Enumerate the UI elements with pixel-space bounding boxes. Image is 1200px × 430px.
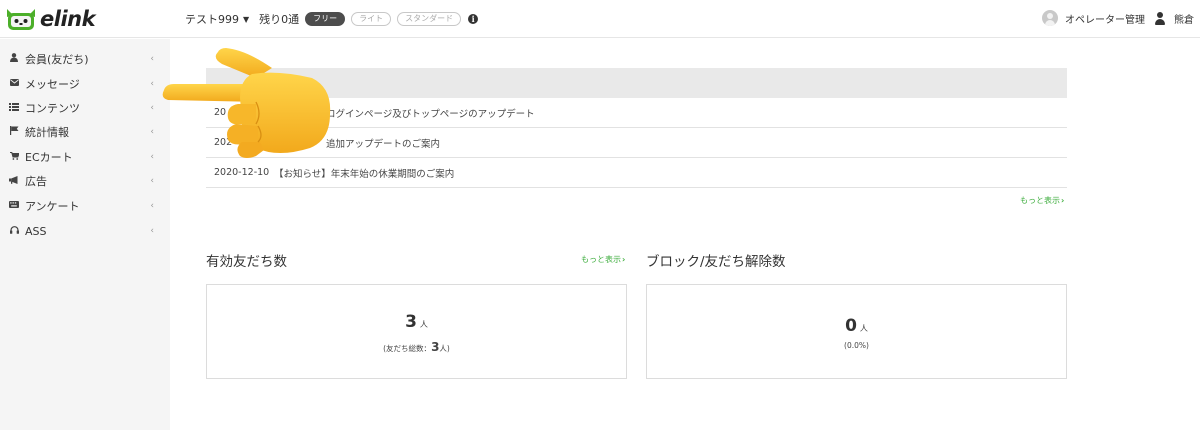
plan-badge-light: ライト [351,12,392,26]
news-title[interactable]: 【お知らせ】年末年始の休業期間のご案内 [274,166,454,180]
sidebar-item-survey[interactable]: アンケート ‹ [0,194,170,218]
account-switcher[interactable]: テスト999 ▼ 残り0通 フリー ライト スタンダード i [185,11,479,27]
sidebar: 会員(友だち) ‹ メッセージ ‹ コンテンツ ‹ 統計情報 ‹ ECカート ‹… [0,39,170,430]
chevron-left-icon: ‹ [150,201,154,211]
friends-count-unit: 人 [419,320,428,329]
user-name[interactable]: 熊倉 [1174,11,1194,26]
logo-text: elink [40,7,96,31]
sidebar-item-ads[interactable]: 広告 ‹ [0,169,170,193]
top-header: elink テスト999 ▼ 残り0通 フリー ライト スタンダード i オペレ… [0,0,1200,38]
megaphone-icon [9,175,19,187]
sidebar-item-label: 会員(友だち) [25,53,89,66]
info-icon[interactable]: i [468,14,479,24]
sidebar-item-label: ASS [25,224,47,238]
news-row[interactable]: 202 追加アップデートのご案内 [206,128,1067,158]
news-more-link[interactable]: もっと表示› [1020,195,1064,206]
operator-avatar-icon[interactable] [1042,10,1058,26]
chevron-left-icon: ‹ [150,127,154,137]
pointing-hand-icon [162,48,331,158]
headset-icon [9,225,19,237]
chevron-right-icon: › [622,255,626,264]
chevron-left-icon: ‹ [150,152,154,162]
friends-total-label: (友だち総数： [383,344,432,353]
plan-badge-standard: スタンダード [397,12,462,26]
remaining-messages: 残り0通 [259,13,300,26]
chevron-left-icon: ‹ [150,79,154,89]
robot-mascot-icon [7,9,35,30]
more-link-label: もっと表示 [581,255,621,264]
announcements-header [206,68,1067,98]
sidebar-item-members[interactable]: 会員(友だち) ‹ [0,47,170,71]
caret-down-icon[interactable]: ▼ [243,15,249,24]
sidebar-item-ass[interactable]: ASS ‹ [0,219,170,243]
friends-count: 3 [405,312,417,332]
news-row[interactable]: 2020-12-10 【お知らせ】年末年始の休業期間のご案内 [206,158,1067,188]
operator-management-link[interactable]: オペレーター管理 [1065,11,1145,26]
news-title[interactable]: ログインページ及びトップページのアップデート [326,106,535,120]
blocks-count-line: 0人 [647,316,1066,336]
news-row[interactable]: 20 ログインページ及びトップページのアップデート [206,98,1067,128]
flag-icon [9,126,19,138]
friends-count-line: 3人 [207,312,626,332]
blocks-count-card: 0人 (0.0%) [646,284,1067,379]
sidebar-item-label: メッセージ [25,78,80,91]
cart-icon [9,151,20,163]
sidebar-item-label: 広告 [25,175,47,188]
sidebar-item-contents[interactable]: コンテンツ ‹ [0,96,170,120]
blocks-count-unit: 人 [859,324,868,333]
chevron-left-icon: ‹ [150,103,154,113]
friends-count-card: 3人 (友だち総数：3人) [206,284,627,379]
blocks-percent: (0.0%) [844,341,869,350]
news-title[interactable]: 追加アップデートのご案内 [326,136,440,150]
sidebar-item-label: アンケート [25,200,80,213]
more-link-label: もっと表示 [1020,196,1060,205]
list-icon [9,102,19,114]
chevron-right-icon: › [1061,196,1065,205]
friends-more-link[interactable]: もっと表示› [581,254,625,265]
account-name[interactable]: テスト999 [185,11,239,27]
sidebar-item-label: 統計情報 [25,126,69,139]
friends-section-title: 有効友だち数 [206,254,287,270]
friends-total-suffix: 人) [439,344,450,353]
keyboard-icon [9,201,19,211]
blocks-section-title: ブロック/友だち解除数 [646,254,786,270]
sidebar-item-messages[interactable]: メッセージ ‹ [0,72,170,96]
header-user-area: オペレーター管理 熊倉 [1042,10,1194,26]
plan-badge-free: フリー [305,12,346,26]
blocks-count: 0 [845,316,857,336]
user-icon [1155,11,1165,25]
sidebar-item-label: コンテンツ [25,102,80,115]
elink-logo[interactable]: elink [4,4,96,34]
user-icon [9,53,19,65]
chevron-left-icon: ‹ [150,54,154,64]
chevron-left-icon: ‹ [150,226,154,236]
chevron-left-icon: ‹ [150,176,154,186]
news-date: 2020-12-10 [214,167,270,178]
envelope-icon [9,79,19,89]
sidebar-item-label: ECカート [25,151,73,164]
friends-total-line: (友だち総数：3人) [207,340,626,354]
sidebar-item-statistics[interactable]: 統計情報 ‹ [0,120,170,144]
sidebar-item-ec-cart[interactable]: ECカート ‹ [0,145,170,169]
